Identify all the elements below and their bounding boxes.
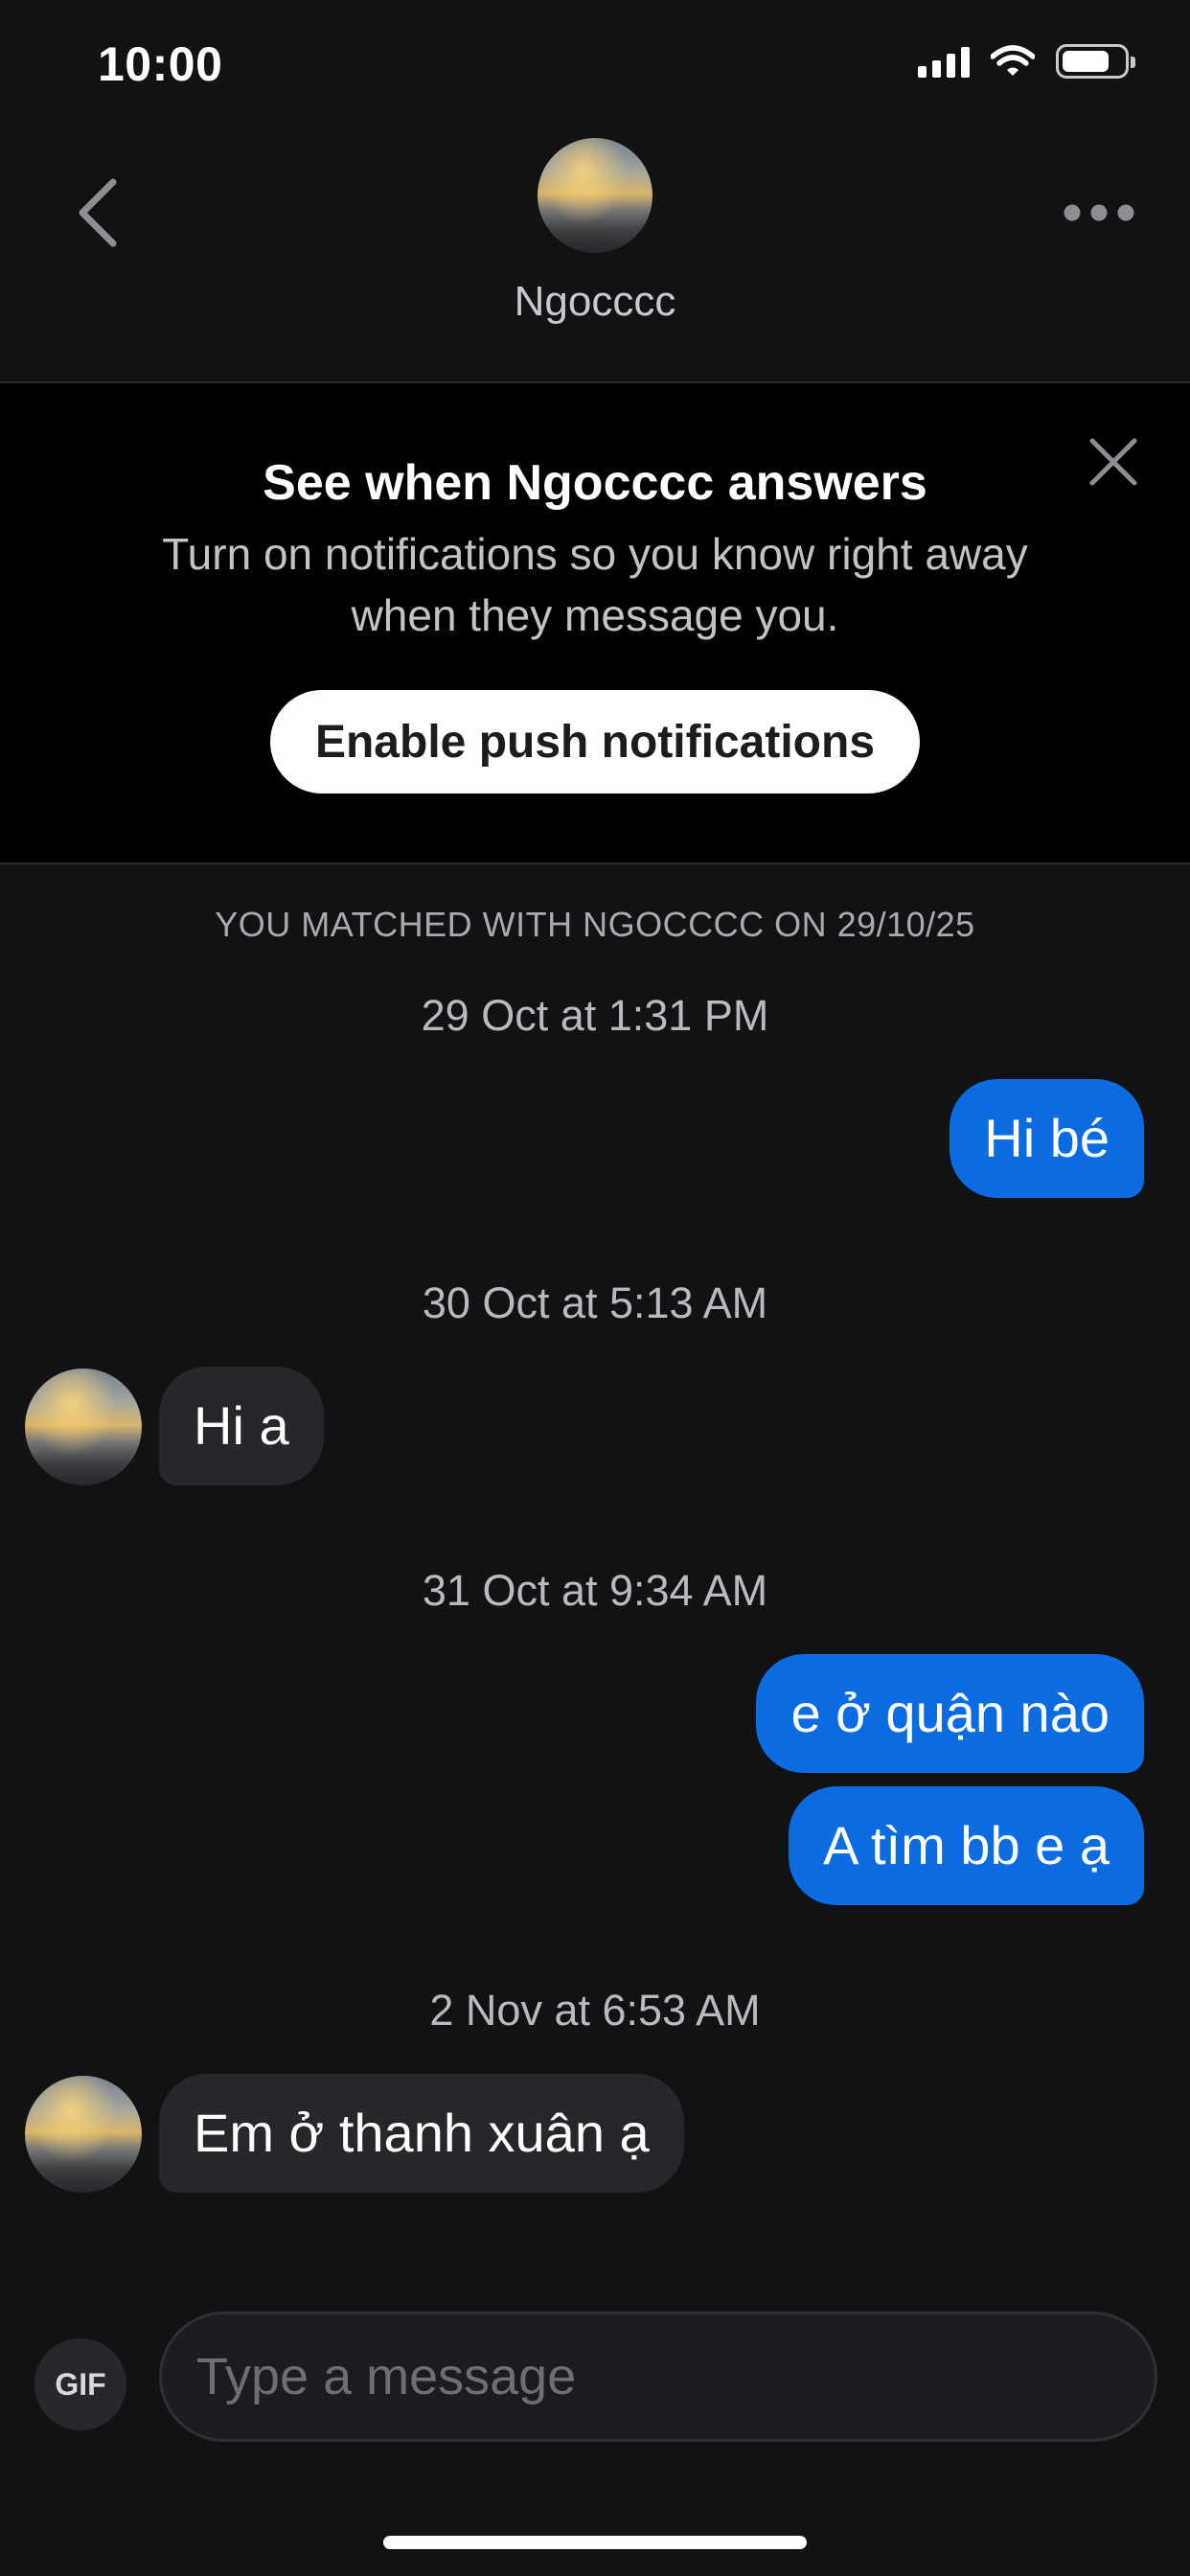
- cellular-signal-icon: [918, 45, 970, 78]
- contact-name[interactable]: Ngocccc: [0, 278, 1190, 326]
- banner-title: See when Ngocccc answers: [263, 455, 927, 511]
- incoming-message[interactable]: Hi a: [159, 1367, 324, 1485]
- message-timestamp: 31 Oct at 9:34 AM: [422, 1566, 768, 1615]
- back-button[interactable]: [59, 165, 136, 261]
- contact-avatar[interactable]: [538, 138, 652, 253]
- chat-screen: 10:00 Ngocccc See when Ngocccc answers T…: [0, 0, 1190, 2576]
- message-input[interactable]: [159, 2312, 1157, 2442]
- status-icons: [918, 44, 1135, 79]
- notification-banner: See when Ngocccc answers Turn on notific…: [0, 383, 1190, 864]
- message-timestamp: 30 Oct at 5:13 AM: [422, 1278, 768, 1327]
- outgoing-message[interactable]: e ở quận nào: [756, 1654, 1144, 1773]
- enable-push-notifications-button[interactable]: Enable push notifications: [270, 690, 920, 794]
- banner-body: Turn on notifications so you know right …: [162, 529, 1028, 640]
- chevron-left-icon: [79, 178, 117, 247]
- match-label: YOU MATCHED WITH NGOCCCC ON 29/10/25: [215, 905, 975, 944]
- contact-message-avatar[interactable]: [25, 1368, 142, 1485]
- contact-message-avatar[interactable]: [25, 2076, 142, 2193]
- incoming-message[interactable]: Em ở thanh xuân ạ: [159, 2074, 684, 2193]
- status-bar: 10:00: [0, 0, 1190, 125]
- wifi-icon: [991, 45, 1035, 76]
- chat-header: Ngocccc: [0, 125, 1190, 383]
- status-time: 10:00: [98, 37, 223, 91]
- battery-icon: [1056, 44, 1135, 79]
- more-horizontal-icon: [1064, 204, 1134, 221]
- outgoing-message[interactable]: A tìm bb e ạ: [789, 1786, 1144, 1905]
- gif-button[interactable]: GIF: [34, 2338, 126, 2430]
- message-timestamp: 29 Oct at 1:31 PM: [421, 991, 769, 1040]
- more-options-button[interactable]: [1056, 184, 1142, 242]
- outgoing-message[interactable]: Hi bé: [950, 1079, 1144, 1198]
- home-indicator: [383, 2536, 807, 2549]
- message-timestamp: 2 Nov at 6:53 AM: [429, 1986, 761, 2035]
